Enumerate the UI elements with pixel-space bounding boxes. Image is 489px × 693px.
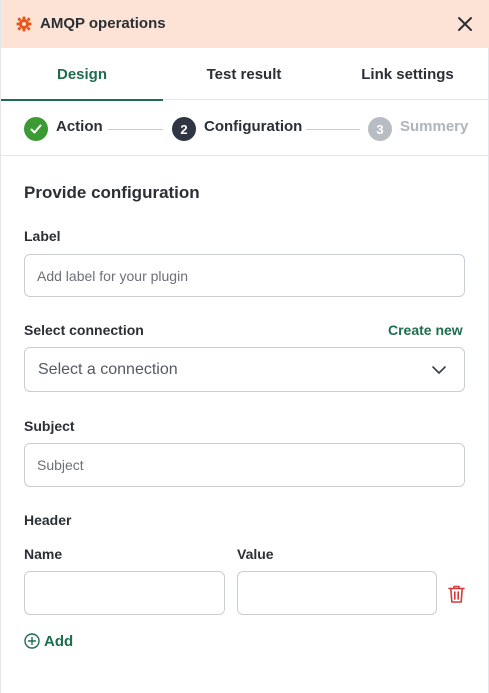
step-summery-label: Summery: [400, 118, 469, 135]
plus-circle-icon: [24, 633, 40, 649]
trash-icon[interactable]: [447, 584, 466, 604]
step-action-label[interactable]: Action: [56, 118, 103, 135]
tab-design[interactable]: Design: [1, 48, 163, 101]
step-configuration-number[interactable]: 2: [172, 117, 196, 141]
subject-input[interactable]: [24, 443, 465, 487]
label-input[interactable]: [24, 254, 465, 297]
connection-field-label: Select connection: [24, 322, 144, 338]
connection-select-value: Select a connection: [38, 361, 178, 378]
close-icon[interactable]: [456, 15, 474, 33]
step-summery-number: 3: [368, 117, 392, 141]
panel-title: AMQP operations: [40, 15, 166, 32]
header-name-label: Name: [24, 546, 63, 562]
step-connector: [108, 129, 163, 130]
add-header-label: Add: [44, 632, 74, 650]
header-value-input[interactable]: [237, 571, 437, 615]
step-action-done-badge[interactable]: [24, 117, 48, 141]
panel-header: AMQP operations: [1, 0, 489, 48]
tab-bar: Design Test result Link settings: [1, 48, 489, 101]
gear-icon: [16, 16, 32, 32]
tab-test-result[interactable]: Test result: [163, 48, 325, 100]
header-value-label: Value: [237, 546, 274, 562]
create-new-link[interactable]: Create new: [388, 322, 463, 338]
label-field-label: Label: [24, 228, 61, 244]
tab-link-settings[interactable]: Link settings: [325, 48, 489, 100]
amqp-operations-panel: AMQP operations Design Test result Link …: [0, 0, 489, 693]
step-configuration-label[interactable]: Configuration: [204, 118, 302, 135]
check-icon: [30, 124, 42, 134]
chevron-down-icon: [432, 366, 446, 374]
stepper: Action 2 Configuration 3 Summery: [1, 100, 489, 156]
header-name-input[interactable]: [24, 571, 225, 615]
section-title: Provide configuration: [24, 183, 200, 202]
subject-field-label: Subject: [24, 418, 75, 434]
step-connector: [306, 129, 360, 130]
add-header-button[interactable]: Add: [24, 631, 73, 651]
connection-select[interactable]: Select a connection: [24, 347, 465, 392]
header-section-label: Header: [24, 512, 72, 528]
